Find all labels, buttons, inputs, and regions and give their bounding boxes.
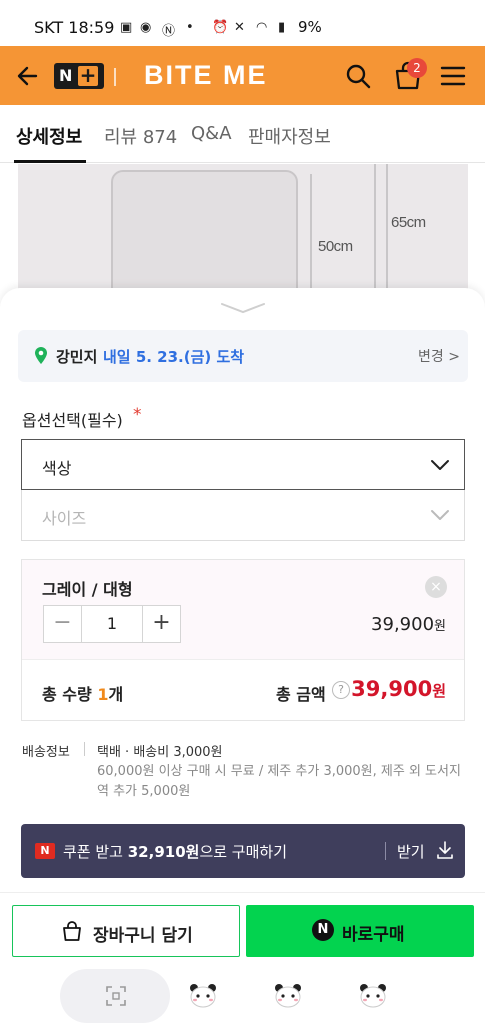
size-select-label: 사이즈 <box>42 509 87 528</box>
coupon-get-label[interactable]: 받기 <box>397 841 425 862</box>
tab-qna[interactable]: Q&A <box>191 123 232 144</box>
panda-sticker-icon[interactable] <box>358 982 388 1008</box>
quantity-value[interactable]: 1 <box>82 606 142 642</box>
system-bottom-bar <box>0 968 485 1024</box>
selected-option-name: 그레이 / 대형 <box>42 580 133 599</box>
logo-n: N <box>59 66 73 85</box>
color-select-label: 색상 <box>42 459 72 478</box>
hamburger-menu-icon[interactable] <box>440 64 466 88</box>
quantity-increase-button[interactable]: + <box>142 606 180 642</box>
tab-reviews[interactable]: 리뷰 874 <box>104 123 177 149</box>
change-address-link[interactable]: 변경 > <box>418 346 460 366</box>
quantity-stepper: − 1 + <box>43 605 181 643</box>
naver-n-badge: N <box>35 843 55 859</box>
tab-details[interactable]: 상세정보 <box>16 123 82 149</box>
logo-plus: + <box>78 63 98 87</box>
total-amount-label: 총 금액 <box>276 685 326 704</box>
add-to-cart-button[interactable]: 장바구니 담기 <box>12 905 240 957</box>
back-arrow-icon[interactable] <box>14 62 42 90</box>
help-icon[interactable]: ? <box>332 681 350 699</box>
panda-sticker-icon[interactable] <box>188 982 218 1008</box>
more-notifications-icon: • <box>186 20 194 35</box>
product-tabs: 상세정보 리뷰 874 Q&A 판매자정보 <box>0 105 485 163</box>
download-icon[interactable] <box>435 840 455 860</box>
delivery-eta: 내일 5. 23.(금) 도착 <box>103 348 245 366</box>
shipping-fee: 택배 · 배송비 3,000원 <box>97 745 223 760</box>
buy-now-label: 바로구매 <box>342 925 405 945</box>
mute-icon: ✕ <box>234 20 245 35</box>
naver-notification-icon: Ⓝ <box>162 24 176 39</box>
size-select[interactable]: 사이즈 <box>21 490 465 541</box>
required-mark: * <box>133 405 142 425</box>
shipping-note: 60,000원 이상 구매 시 무료 / 제주 추가 3,000원, 제주 외 … <box>97 764 461 799</box>
buy-now-button[interactable]: N 바로구매 <box>246 905 474 957</box>
naver-pay-icon: N <box>312 919 334 941</box>
cart-count-badge: 2 <box>407 58 427 78</box>
remove-option-icon[interactable]: × <box>425 576 447 598</box>
location-pin-icon <box>35 347 47 364</box>
coupon-text: 쿠폰 받고 32,910원으로 구매하기 <box>63 843 288 861</box>
status-time: SKT 18:59 <box>34 18 115 37</box>
dimension-label-height: 50cm <box>318 238 353 255</box>
active-tab-indicator <box>14 160 86 163</box>
dimension-label-total: 65cm <box>391 214 426 231</box>
total-quantity: 총 수량 1개 <box>42 685 124 704</box>
scan-icon[interactable] <box>105 985 127 1007</box>
chat-notification-icon: ◉ <box>140 20 152 35</box>
height-dimension-line <box>310 174 312 294</box>
chevron-down-icon <box>431 510 449 520</box>
delivery-recipient: 강민지 <box>56 348 98 366</box>
quantity-decrease-button[interactable]: − <box>44 606 82 642</box>
panda-sticker-icon[interactable] <box>273 982 303 1008</box>
naver-plus-store-logo[interactable]: N + <box>54 63 104 89</box>
tab-seller-info[interactable]: 판매자정보 <box>248 123 331 149</box>
add-to-cart-label: 장바구니 담기 <box>93 926 193 946</box>
option-price: 39,900원 <box>371 614 446 635</box>
product-image: 50cm 65cm <box>0 164 485 294</box>
total-dimension-line <box>374 164 376 294</box>
product-cushion-shape <box>111 170 298 294</box>
signal-icon: ▮ <box>278 20 286 35</box>
coupon-banner[interactable]: N 쿠폰 받고 32,910원으로 구매하기 받기 <box>21 824 465 878</box>
options-title: 옵션선택(필수) <box>22 411 123 430</box>
gallery-notification-icon: ▣ <box>120 20 133 35</box>
purchase-action-bar: 장바구니 담기 N 바로구매 <box>0 892 485 968</box>
shipping-label: 배송정보 <box>22 745 70 760</box>
wifi-icon: ◠ <box>256 20 268 35</box>
shopping-bag-icon <box>63 921 81 941</box>
search-icon[interactable] <box>344 62 372 90</box>
store-brand[interactable]: BITE ME <box>144 60 268 91</box>
color-select[interactable]: 색상 <box>21 439 465 490</box>
chevron-down-icon <box>431 460 449 470</box>
sheet-collapse-handle-icon[interactable] <box>218 300 268 316</box>
alarm-icon: ⏰ <box>212 20 229 35</box>
battery-level: 9% <box>298 18 322 36</box>
total-amount: 39,900원 <box>351 677 446 701</box>
selected-option-card: 그레이 / 대형 × − 1 + 39,900원 총 수량 1개 총 금액 ? … <box>21 559 465 721</box>
status-bar: SKT 18:59 ▣ ◉ Ⓝ • ⏰ ✕ ◠ ▮ 9% <box>0 0 485 46</box>
header-divider <box>114 68 116 86</box>
app-header: N + BITE ME 2 <box>0 46 485 105</box>
